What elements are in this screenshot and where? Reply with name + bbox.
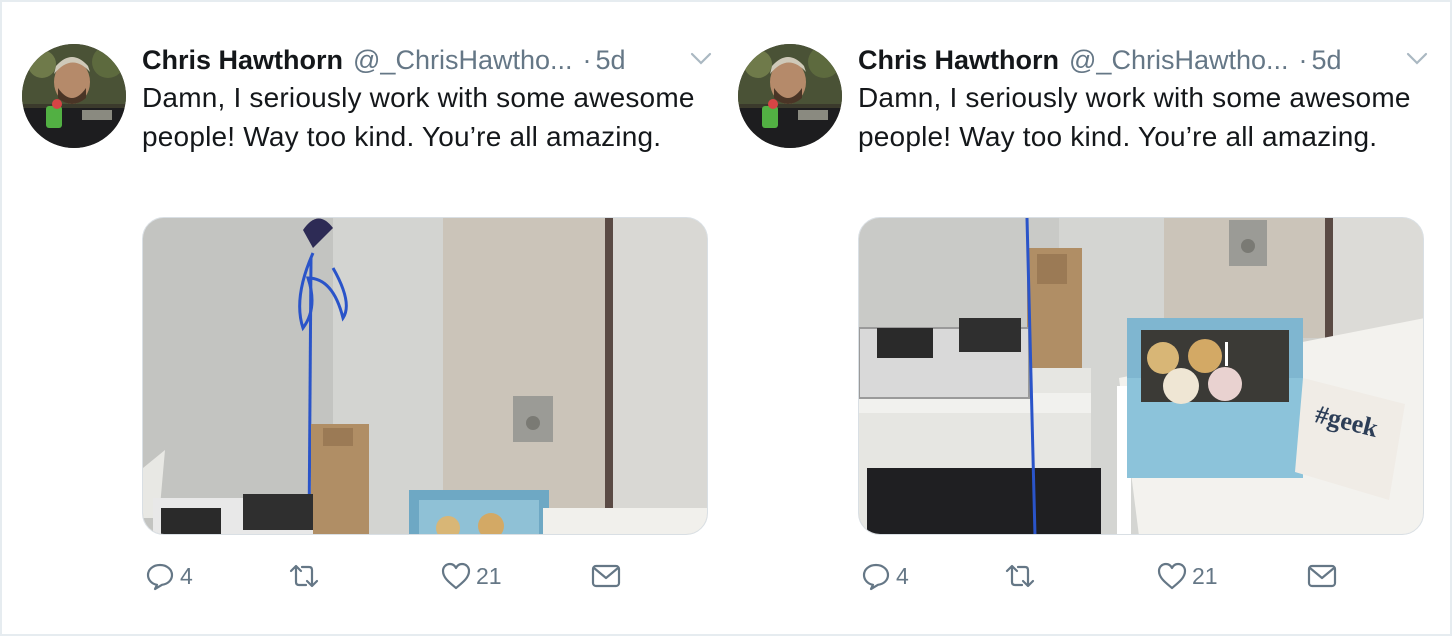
envelope-icon xyxy=(591,564,621,588)
timestamp[interactable]: 5d xyxy=(1312,45,1342,76)
chevron-down-icon[interactable] xyxy=(1406,52,1428,66)
tweet-header: Chris Hawthorn @_ChrisHawtho... · 5d xyxy=(142,40,712,80)
reply-button[interactable]: 4 xyxy=(144,556,193,596)
retweet-button[interactable] xyxy=(1004,556,1036,596)
reply-button[interactable]: 4 xyxy=(860,556,909,596)
tweet-actions: 4 21 xyxy=(142,556,708,596)
tweet-photo[interactable] xyxy=(142,217,708,535)
avatar[interactable] xyxy=(22,44,126,148)
tweet-actions: 4 21 xyxy=(858,556,1424,596)
tweet-photo[interactable]: #geek xyxy=(858,217,1424,535)
author-name[interactable]: Chris Hawthorn xyxy=(142,45,343,76)
tweet-1[interactable]: Chris Hawthorn @_ChrisHawtho... · 5d Dam… xyxy=(0,0,716,636)
reply-icon xyxy=(146,563,174,591)
reply-icon xyxy=(862,563,890,591)
tweet-text: Damn, I seriously work with some awesome… xyxy=(858,82,1411,152)
reply-count: 4 xyxy=(180,562,193,589)
separator-dot: · xyxy=(582,44,592,75)
retweet-button[interactable] xyxy=(288,556,320,596)
separator-dot: · xyxy=(1298,44,1308,75)
retweet-icon xyxy=(1005,564,1035,588)
chevron-down-icon[interactable] xyxy=(690,52,712,66)
retweet-icon xyxy=(289,564,319,588)
envelope-icon xyxy=(1307,564,1337,588)
like-count: 21 xyxy=(1192,562,1218,589)
author-name[interactable]: Chris Hawthorn xyxy=(858,45,1059,76)
like-button[interactable]: 21 xyxy=(1156,556,1218,596)
author-handle[interactable]: @_ChrisHawtho... xyxy=(1069,45,1288,76)
heart-icon xyxy=(1157,562,1187,590)
like-count: 21 xyxy=(476,562,502,589)
like-button[interactable]: 21 xyxy=(440,556,502,596)
reply-count: 4 xyxy=(896,562,909,589)
avatar[interactable] xyxy=(738,44,842,148)
direct-message-button[interactable] xyxy=(1306,556,1338,596)
heart-icon xyxy=(441,562,471,590)
author-handle[interactable]: @_ChrisHawtho... xyxy=(353,45,572,76)
direct-message-button[interactable] xyxy=(590,556,622,596)
timestamp[interactable]: 5d xyxy=(596,45,626,76)
tweet-text: Damn, I seriously work with some awesome… xyxy=(142,82,695,152)
tweet-header: Chris Hawthorn @_ChrisHawtho... · 5d xyxy=(858,40,1428,80)
tweet-2[interactable]: Chris Hawthorn @_ChrisHawtho... · 5d Dam… xyxy=(716,0,1432,636)
